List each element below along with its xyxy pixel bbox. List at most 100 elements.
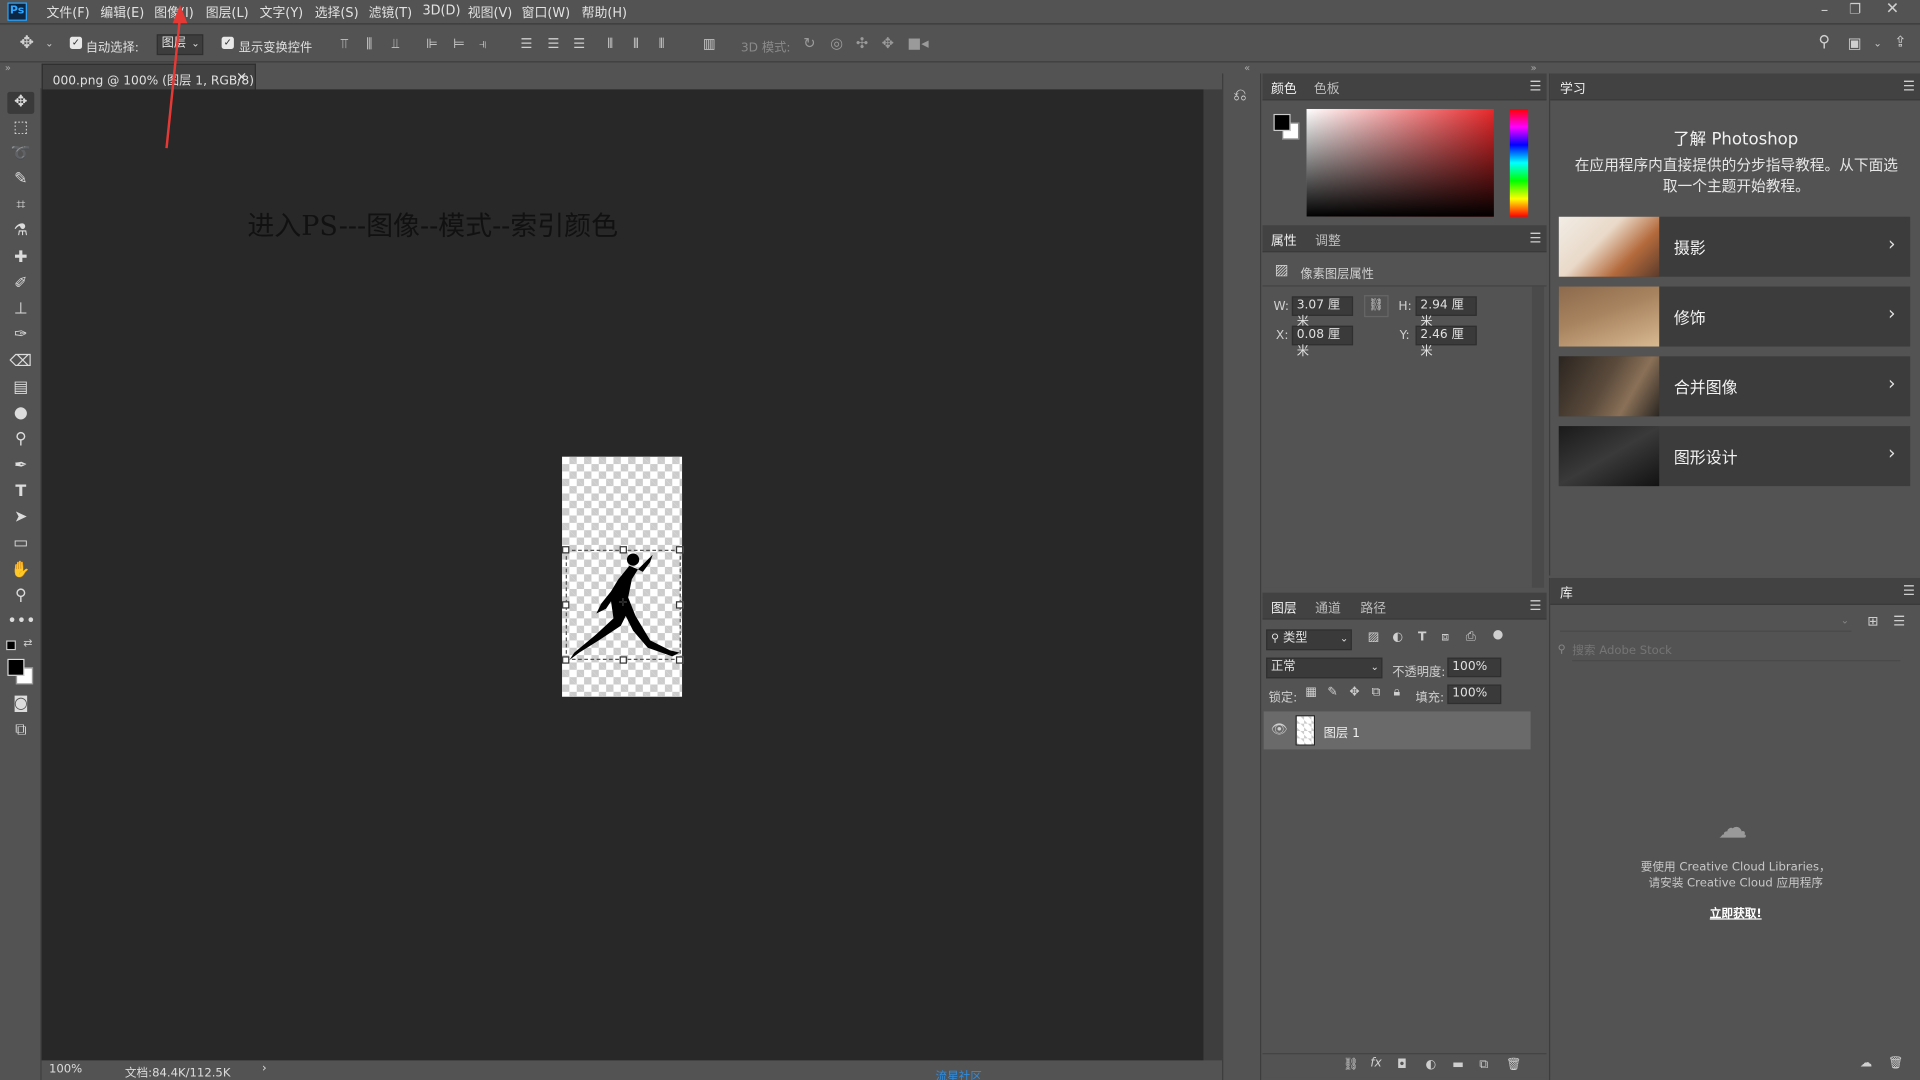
transform-handle[interactable] bbox=[619, 656, 627, 664]
quick-mask-icon[interactable]: ◙ bbox=[7, 693, 34, 715]
grid-view-icon[interactable]: ⊞ bbox=[1867, 615, 1878, 628]
auto-align-icon[interactable]: ▥ bbox=[703, 37, 716, 50]
distribute-left-icon[interactable]: ⫴ bbox=[607, 37, 613, 50]
align-hcenter-icon[interactable]: ⊨ bbox=[453, 37, 465, 50]
more-tools-icon[interactable]: ••• bbox=[7, 611, 35, 633]
transform-handle[interactable] bbox=[675, 601, 684, 609]
image-canvas[interactable]: ✛ bbox=[562, 456, 684, 697]
lock-pixels-icon[interactable]: ✎ bbox=[1327, 686, 1337, 699]
learn-card-graphic-design[interactable]: 图形设计 › bbox=[1558, 426, 1911, 487]
stock-search-input[interactable] bbox=[1572, 641, 1901, 662]
lock-all-icon[interactable]: 🔒︎ bbox=[1393, 686, 1400, 699]
transform-handle[interactable] bbox=[675, 656, 684, 664]
tab-paths[interactable]: 路径 bbox=[1360, 599, 1386, 617]
fill-field[interactable]: 100% bbox=[1447, 684, 1502, 705]
align-right-icon[interactable]: ⫣ bbox=[479, 37, 487, 50]
lock-transparency-icon[interactable]: ▦ bbox=[1305, 686, 1317, 699]
link-icon[interactable]: ⛓ bbox=[1364, 295, 1389, 318]
distribute-bottom-icon[interactable]: ☰ bbox=[573, 37, 585, 50]
transform-handle[interactable] bbox=[562, 546, 570, 554]
menu-type[interactable]: 文字(Y) bbox=[260, 4, 304, 22]
opacity-field[interactable]: 100% bbox=[1447, 657, 1502, 678]
type-tool-icon[interactable]: T bbox=[7, 481, 34, 503]
quick-select-tool-icon[interactable]: ✎ bbox=[7, 169, 34, 191]
add-mask-icon[interactable]: ◘ bbox=[1397, 1059, 1407, 1071]
library-dropdown[interactable]: ⌄ bbox=[1560, 615, 1852, 632]
move-tool-icon[interactable]: ✥ bbox=[20, 34, 34, 51]
vertical-scrollbar[interactable] bbox=[1203, 89, 1223, 1061]
document-tab[interactable]: 000.png @ 100% (图层 1, RGB/8) × bbox=[41, 63, 256, 90]
menu-view[interactable]: 视图(V) bbox=[468, 4, 513, 22]
tab-swatches[interactable]: 色板 bbox=[1314, 80, 1340, 98]
auto-select-checkbox[interactable]: ✓ bbox=[69, 36, 83, 49]
transform-handle[interactable] bbox=[562, 601, 570, 609]
document-canvas-area[interactable]: 进入PS---图像--模式--索引颜色 ✛ bbox=[41, 89, 1204, 1061]
panel-menu-icon[interactable]: ☰ bbox=[1529, 599, 1541, 612]
filter-pixel-icon[interactable]: ▨ bbox=[1368, 631, 1380, 644]
distribute-vcenter-icon[interactable]: ☰ bbox=[547, 37, 559, 50]
move-tool-icon[interactable]: ✥ bbox=[7, 91, 35, 114]
trash-icon[interactable]: 🗑︎ bbox=[1888, 1057, 1904, 1070]
distribute-top-icon[interactable]: ☰ bbox=[520, 37, 532, 50]
tab-learn[interactable]: 学习 bbox=[1560, 80, 1586, 98]
screen-mode-icon[interactable]: ⧉ bbox=[7, 720, 34, 742]
pen-tool-icon[interactable]: ✒ bbox=[7, 456, 34, 478]
eye-icon[interactable]: 👁︎ bbox=[1271, 722, 1288, 735]
ps-logo[interactable]: Ps bbox=[7, 2, 27, 21]
blur-tool-icon[interactable]: ● bbox=[7, 403, 34, 425]
panel-menu-icon[interactable]: ☰ bbox=[1529, 231, 1541, 244]
search-icon[interactable]: ⚲ bbox=[1818, 34, 1830, 50]
collapse-right-icon[interactable]: » bbox=[1531, 63, 1537, 74]
slide-3d-icon[interactable]: ✥ bbox=[882, 36, 894, 51]
default-colors-icon[interactable] bbox=[6, 640, 16, 651]
scale-3d-icon[interactable]: ■◂ bbox=[907, 36, 928, 51]
rectangle-tool-icon[interactable]: ▭ bbox=[7, 533, 34, 555]
healing-brush-tool-icon[interactable]: ✚ bbox=[7, 247, 34, 269]
minimize-icon[interactable]: – bbox=[1821, 2, 1828, 17]
close-icon[interactable]: ✕ bbox=[1886, 1, 1899, 17]
lasso-tool-icon[interactable]: ➰ bbox=[7, 143, 34, 165]
menu-edit[interactable]: 编辑(E) bbox=[100, 4, 144, 22]
filter-shape-icon[interactable]: ⧈ bbox=[1441, 631, 1449, 644]
eraser-tool-icon[interactable]: ⌫ bbox=[7, 351, 34, 373]
share-icon[interactable]: ⇪ bbox=[1894, 34, 1906, 49]
chevron-down-icon[interactable]: ⌄ bbox=[45, 39, 53, 49]
transform-handle[interactable] bbox=[562, 656, 570, 664]
fg-swatch[interactable] bbox=[1273, 113, 1291, 132]
align-vcenter-icon[interactable]: ⫼ bbox=[366, 37, 372, 50]
transform-handle[interactable] bbox=[619, 546, 627, 554]
distribute-right-icon[interactable]: ⫴ bbox=[659, 37, 665, 50]
tab-color[interactable]: 颜色 bbox=[1271, 80, 1297, 98]
blend-mode-dropdown[interactable]: 正常 ⌄ bbox=[1266, 657, 1383, 679]
menu-layer[interactable]: 图层(L) bbox=[206, 4, 249, 22]
height-field[interactable]: 2.94 厘米 bbox=[1415, 296, 1477, 329]
tab-adjustments[interactable]: 调整 bbox=[1315, 231, 1341, 249]
show-transform-checkbox[interactable]: ✓ bbox=[221, 36, 234, 49]
tab-library[interactable]: 库 bbox=[1560, 584, 1573, 602]
align-left-icon[interactable]: ⊫ bbox=[426, 37, 438, 50]
filter-type-icon[interactable]: T bbox=[1418, 631, 1426, 644]
chevron-down-icon[interactable]: ⌄ bbox=[1873, 39, 1881, 49]
align-top-icon[interactable]: ⫪ bbox=[340, 37, 348, 50]
trash-icon[interactable]: 🗑︎ bbox=[1506, 1059, 1522, 1071]
lock-artboard-icon[interactable]: ⧉ bbox=[1371, 686, 1380, 699]
menu-filter[interactable]: 滤镜(T) bbox=[369, 4, 413, 22]
filter-smart-object-icon[interactable]: ⎙ bbox=[1466, 631, 1476, 644]
collapse-mid-icon[interactable]: « bbox=[1244, 63, 1250, 74]
new-layer-icon[interactable]: ⧉ bbox=[1479, 1059, 1488, 1071]
zoom-tool-icon[interactable]: ⚲ bbox=[7, 585, 34, 607]
properties-scrollbar[interactable] bbox=[1531, 286, 1545, 588]
menu-window[interactable]: 窗口(W) bbox=[522, 4, 570, 22]
learn-card-composite[interactable]: 合并图像 › bbox=[1558, 356, 1911, 417]
workspace-icon[interactable]: ▣ bbox=[1848, 36, 1862, 51]
width-field[interactable]: 3.07 厘米 bbox=[1291, 296, 1354, 329]
transform-handle[interactable] bbox=[675, 546, 684, 554]
marquee-tool-icon[interactable]: ⬚ bbox=[7, 118, 34, 140]
tab-channels[interactable]: 通道 bbox=[1315, 599, 1341, 617]
x-field[interactable]: 0.08 厘米 bbox=[1291, 325, 1354, 359]
pan-3d-icon[interactable]: ✣ bbox=[856, 36, 868, 51]
filter-toggle-icon[interactable]: ● bbox=[1493, 629, 1504, 641]
orbit-3d-icon[interactable]: ↻ bbox=[803, 36, 815, 51]
roll-3d-icon[interactable]: ◎ bbox=[830, 36, 843, 51]
transform-center-icon[interactable]: ✛ bbox=[618, 598, 627, 610]
